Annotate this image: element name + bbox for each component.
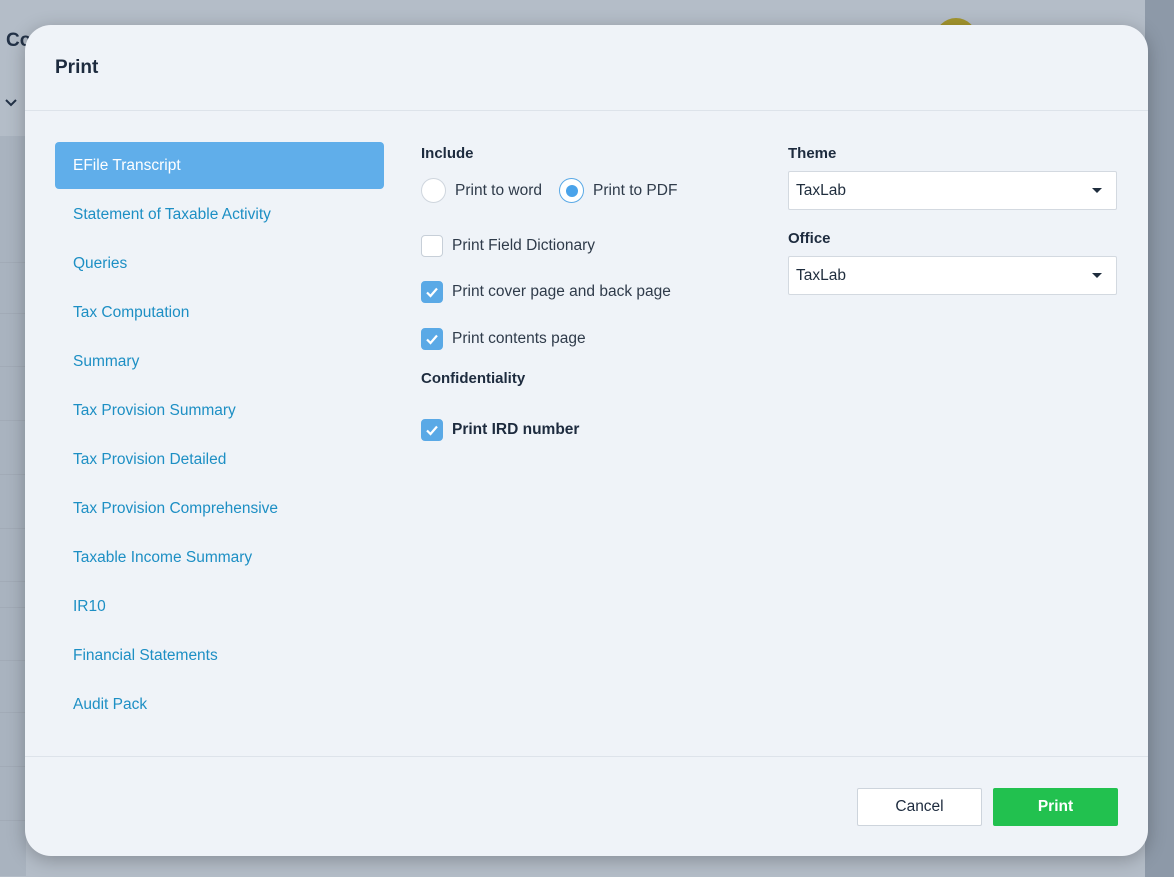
ird-number-checkbox[interactable]	[421, 419, 443, 441]
caret-down-icon	[1092, 188, 1102, 193]
background-panel	[0, 136, 26, 876]
nav-item-tax-provision-summary[interactable]: Tax Provision Summary	[55, 387, 384, 434]
contents-page-checkbox[interactable]	[421, 328, 443, 350]
nav-item-ir10[interactable]: IR10	[55, 583, 384, 630]
ird-number-label: Print IRD number	[452, 421, 580, 438]
office-label: Office	[788, 230, 831, 247]
divider	[0, 766, 26, 767]
divider	[0, 366, 26, 367]
theme-office-options: Theme TaxLab Office TaxLab	[788, 142, 1118, 295]
print-button[interactable]: Print	[993, 788, 1118, 826]
output-format-group: Print to word Print to PDF	[421, 178, 761, 203]
dialog-title: Print	[55, 56, 99, 78]
cancel-button[interactable]: Cancel	[857, 788, 982, 826]
dialog-footer: Cancel Print	[25, 756, 1148, 856]
nav-item-tax-provision-detailed[interactable]: Tax Provision Detailed	[55, 436, 384, 483]
print-dialog: Print EFile Transcript Statement of Taxa…	[25, 25, 1148, 856]
print-to-word-label: Print to word	[455, 181, 543, 199]
print-to-pdf-radio[interactable]	[559, 178, 585, 203]
confidentiality-heading: Confidentiality	[421, 370, 526, 387]
print-to-pdf-option[interactable]: Print to PDF	[559, 178, 677, 203]
divider	[0, 313, 26, 314]
checkmark-icon	[426, 425, 438, 436]
field-dictionary-checkbox[interactable]	[421, 235, 443, 257]
nav-item-taxable-income-summary[interactable]: Taxable Income Summary	[55, 534, 384, 581]
divider	[0, 581, 26, 582]
nav-item-tax-provision-comprehensive[interactable]: Tax Provision Comprehensive	[55, 485, 384, 532]
dialog-header: Print	[25, 25, 1148, 111]
cover-page-option[interactable]: Print cover page and back page	[421, 281, 761, 303]
divider	[0, 474, 26, 475]
contents-page-option[interactable]: Print contents page	[421, 328, 761, 350]
nav-item-queries[interactable]: Queries	[55, 240, 384, 287]
divider	[0, 528, 26, 529]
chevron-down-icon	[5, 99, 17, 107]
office-select-value: TaxLab	[796, 266, 846, 284]
cover-page-checkbox[interactable]	[421, 281, 443, 303]
print-to-word-radio[interactable]	[421, 178, 446, 203]
theme-select-value: TaxLab	[796, 181, 846, 199]
divider	[0, 420, 26, 421]
nav-item-efile-transcript[interactable]: EFile Transcript	[55, 142, 384, 189]
nav-item-tax-computation[interactable]: Tax Computation	[55, 289, 384, 336]
nav-item-financial-statements[interactable]: Financial Statements	[55, 632, 384, 679]
ird-number-option[interactable]: Print IRD number	[421, 419, 761, 441]
include-options: Include Print to word Print to PDF Print…	[421, 142, 761, 441]
print-to-pdf-label: Print to PDF	[593, 181, 678, 199]
divider	[0, 820, 26, 821]
checkmark-icon	[426, 334, 438, 345]
contents-page-label: Print contents page	[452, 330, 586, 347]
office-select[interactable]: TaxLab	[788, 256, 1117, 295]
nav-item-audit-pack[interactable]: Audit Pack	[55, 681, 384, 728]
theme-label: Theme	[788, 145, 837, 162]
field-dictionary-option[interactable]: Print Field Dictionary	[421, 235, 761, 257]
divider	[0, 262, 26, 263]
print-to-word-option[interactable]: Print to word	[421, 178, 542, 203]
theme-select[interactable]: TaxLab	[788, 171, 1117, 210]
divider	[0, 712, 26, 713]
include-heading: Include	[421, 145, 474, 162]
nav-item-statement-of-taxable-activity[interactable]: Statement of Taxable Activity	[55, 191, 384, 238]
caret-down-icon	[1092, 273, 1102, 278]
nav-item-summary[interactable]: Summary	[55, 338, 384, 385]
field-dictionary-label: Print Field Dictionary	[452, 237, 595, 254]
report-nav: EFile Transcript Statement of Taxable Ac…	[55, 142, 384, 730]
divider	[0, 660, 26, 661]
cover-page-label: Print cover page and back page	[452, 283, 671, 300]
divider	[0, 607, 26, 608]
checkmark-icon	[426, 287, 438, 298]
